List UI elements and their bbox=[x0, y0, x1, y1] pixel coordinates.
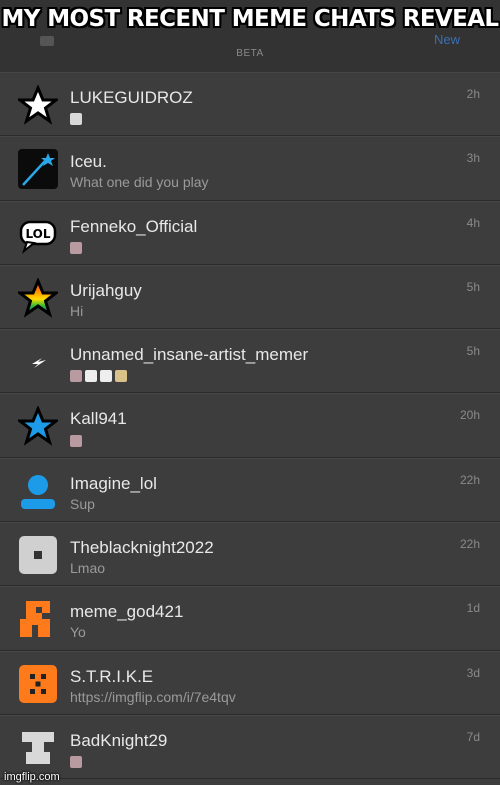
chat-time: 5h bbox=[466, 344, 480, 359]
chat-row-kall941[interactable]: Kall941 20h bbox=[0, 393, 500, 458]
chat-list: LUKEGUIDROZ 2h Iceu. What one did you pl… bbox=[0, 72, 500, 780]
chat-message bbox=[70, 239, 85, 255]
gray-pixel-icon bbox=[18, 728, 58, 768]
meme-caption: MY MOST RECENT MEME CHATS REVEAL bbox=[1, 6, 499, 32]
chat-name: Theblacknight2022 bbox=[70, 538, 214, 558]
shooting-star-icon bbox=[18, 149, 58, 190]
chat-message: Lmao bbox=[70, 560, 106, 577]
chat-message: Sup bbox=[70, 495, 95, 512]
sticker-icon bbox=[70, 370, 82, 383]
svg-text:LOL: LOL bbox=[25, 227, 50, 241]
app-header: BETA New MY MOST RECENT MEME CHATS REVEA… bbox=[0, 0, 500, 73]
chat-time: 20h bbox=[459, 408, 480, 423]
chat-name: Iceu. bbox=[70, 152, 107, 172]
blue-star-icon bbox=[15, 405, 61, 447]
chat-row-urijahguy[interactable]: Urijahguy Hi 5h bbox=[0, 264, 500, 330]
orange-checker-icon bbox=[18, 664, 58, 704]
chat-time: 22h bbox=[459, 472, 480, 487]
chat-time: 3d bbox=[466, 665, 480, 680]
chat-time: 3h bbox=[466, 151, 480, 166]
new-chat-button[interactable]: New bbox=[434, 32, 460, 47]
sticker-icon bbox=[70, 434, 82, 447]
chat-message bbox=[70, 753, 85, 769]
imgflip-watermark: imgflip.com bbox=[4, 771, 60, 783]
sticker-icon bbox=[70, 241, 82, 254]
orange-pixel-icon bbox=[18, 599, 58, 639]
chat-row-imagine-lol[interactable]: Imagine_lol Sup 22h bbox=[0, 457, 500, 523]
chat-row-unnamed-insane-artist-memer[interactable]: Unnamed_insane-artist_memer 5h bbox=[0, 329, 500, 394]
chat-name: LUKEGUIDROZ bbox=[70, 88, 193, 107]
chat-time: 1d bbox=[466, 601, 480, 616]
chat-message: What one did you play bbox=[70, 174, 209, 191]
sticker-icon bbox=[70, 756, 82, 769]
sticker-icon bbox=[85, 370, 97, 383]
chat-row-iceu[interactable]: Iceu. What one did you play 3h bbox=[0, 136, 500, 201]
sticker-icon bbox=[100, 370, 112, 383]
default-user-icon bbox=[18, 471, 58, 511]
sticker-icon bbox=[70, 113, 82, 126]
rainbow-star-icon bbox=[15, 276, 61, 318]
chat-message bbox=[70, 367, 130, 383]
chat-row-badknight29[interactable]: BadKnight29 7d bbox=[0, 714, 500, 780]
chat-message bbox=[70, 431, 85, 447]
chat-row-theblacknight2022[interactable]: Theblacknight2022 Lmao 22h bbox=[0, 522, 500, 587]
back-icon[interactable] bbox=[40, 36, 54, 46]
chat-message: Yo bbox=[70, 624, 86, 641]
chat-row-meme-god421[interactable]: meme_god421 Yo 1d bbox=[0, 586, 500, 651]
chat-name: Unnamed_insane-artist_memer bbox=[70, 345, 309, 365]
chat-name: S.T.R.I.K.E bbox=[70, 666, 154, 686]
chat-name: Kall941 bbox=[70, 409, 127, 429]
lightning-bolt-icon bbox=[18, 342, 58, 382]
chat-time: 4h bbox=[466, 215, 480, 230]
white-star-icon bbox=[15, 84, 61, 125]
sticker-icon bbox=[115, 370, 127, 383]
chat-row-strike[interactable]: S.T.R.I.K.E https://imgflip.com/i/7e4tqv… bbox=[0, 650, 500, 715]
chat-time: 22h bbox=[459, 537, 480, 552]
chat-name: BadKnight29 bbox=[70, 730, 168, 750]
chat-name: Urijahguy bbox=[70, 280, 142, 300]
chat-row-lukeguidroz[interactable]: LUKEGUIDROZ 2h bbox=[0, 72, 500, 137]
chat-time: 5h bbox=[466, 279, 480, 294]
beta-label: BETA bbox=[236, 48, 264, 59]
chat-row-fenneko[interactable]: LOL Fenneko_Official 4h bbox=[0, 200, 500, 265]
chat-time: 2h bbox=[466, 87, 480, 101]
chat-message: https://imgflip.com/i/7e4tqv bbox=[70, 688, 236, 705]
lol-speech-bubble-icon: LOL bbox=[18, 214, 58, 254]
chat-message bbox=[70, 110, 85, 126]
chat-time: 7d bbox=[466, 729, 480, 744]
gray-square-icon bbox=[18, 535, 58, 575]
chat-name: meme_god421 bbox=[70, 602, 184, 622]
chat-name: Fenneko_Official bbox=[70, 216, 198, 236]
chat-message: Hi bbox=[70, 302, 84, 319]
chat-name: Imagine_lol bbox=[70, 473, 157, 493]
